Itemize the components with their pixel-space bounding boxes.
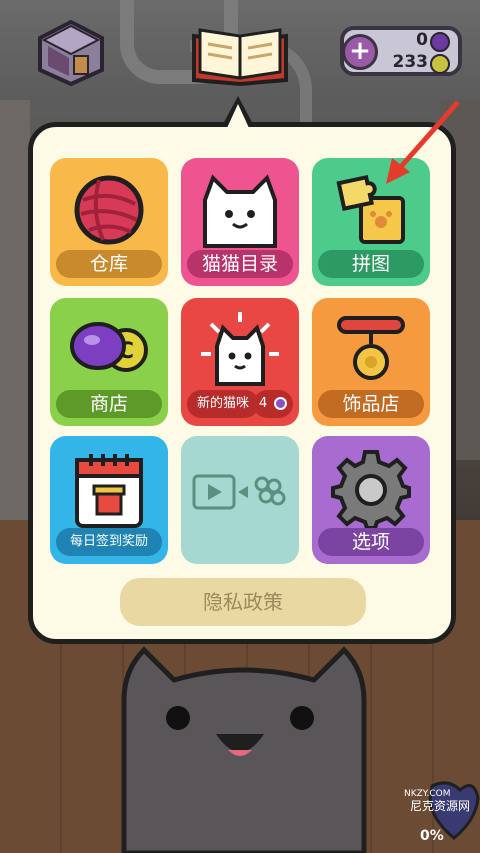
- settings-gear-icon: [331, 450, 411, 528]
- coin-icon: [430, 54, 450, 74]
- cat-character: [121, 646, 367, 853]
- progress-percent: 0%: [420, 828, 444, 844]
- coin-count: 233: [392, 52, 429, 72]
- home-button[interactable]: [36, 18, 106, 88]
- puzzle-icon: [336, 174, 405, 244]
- tile-puzzle[interactable]: 拼图: [312, 158, 430, 286]
- calendar-icon: [75, 454, 143, 528]
- tile-label-settings: 选项: [318, 528, 424, 556]
- tile-label-shop: 商店: [56, 390, 162, 418]
- tile-cat-catalog[interactable]: 猫猫目录: [181, 158, 299, 286]
- cat-catalog-icon: [203, 174, 277, 248]
- charm-icon: [337, 316, 405, 380]
- privacy-policy-button[interactable]: 隐私政策: [120, 578, 366, 626]
- tile-label-puzzle: 拼图: [318, 250, 424, 278]
- new-cats-badge-count: 4: [259, 396, 268, 411]
- gem-icon: [274, 397, 287, 410]
- tile-warehouse[interactable]: 仓库: [50, 158, 168, 286]
- tile-label-new-cats: 新的猫咪: [187, 390, 259, 418]
- tile-label-cat-catalog: 猫猫目录: [187, 250, 293, 278]
- watermark-logo: NKZY.COM 尼克资源网 0%: [404, 781, 480, 844]
- tile-label-charm-shop: 饰品店: [318, 390, 424, 418]
- tile-charm-shop[interactable]: 饰品店: [312, 298, 430, 426]
- room-wall-left: [0, 100, 30, 570]
- new-cats-badge: 4: [253, 390, 293, 418]
- tile-daily-reward[interactable]: 每日签到奖励: [50, 436, 168, 564]
- tile-new-cats[interactable]: 新的猫咪 4: [181, 298, 299, 426]
- ad-video-icon: [192, 474, 286, 510]
- tile-label-daily-reward: 每日签到奖励: [56, 528, 162, 556]
- plus-icon[interactable]: +: [342, 34, 378, 70]
- tile-label-warehouse: 仓库: [56, 250, 162, 278]
- new-cat-icon: [201, 312, 279, 386]
- menu-panel-pointer-fill: [227, 104, 249, 128]
- gem-icon: [430, 32, 450, 52]
- book-icon: [192, 28, 288, 87]
- home-icon: [38, 19, 104, 87]
- tile-settings[interactable]: 选项: [312, 436, 430, 564]
- book-button[interactable]: [190, 22, 290, 88]
- tile-ad-video[interactable]: [181, 436, 299, 564]
- yarn-icon: [74, 175, 144, 245]
- watermark-text-bottom: 尼克资源网: [410, 799, 470, 813]
- tile-shop[interactable]: C 商店: [50, 298, 168, 426]
- watermark-text-top: NKZY.COM: [404, 789, 450, 799]
- gem-count: 0: [416, 30, 428, 50]
- shop-icon: C: [70, 322, 148, 372]
